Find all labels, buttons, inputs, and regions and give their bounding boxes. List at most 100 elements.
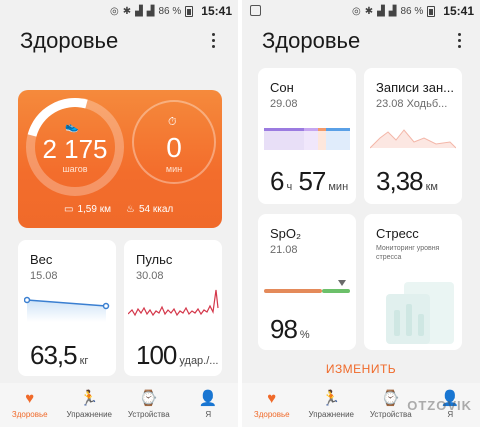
nav-devices-label: Устройства <box>127 410 170 419</box>
nav-me[interactable]: 👤 Я <box>179 383 239 427</box>
signal-icon: ▟ <box>146 5 155 17</box>
records-chart <box>370 129 456 149</box>
runner-icon: 🏃 <box>321 390 341 407</box>
clock: 15:41 <box>443 4 474 18</box>
battery-icon <box>427 5 436 17</box>
sleep-title: Сон <box>270 80 294 95</box>
sleep-value-row: 6ч 57 мин <box>270 166 348 197</box>
page-title: Здоровье <box>20 28 119 53</box>
stress-title: Стресс <box>376 226 419 241</box>
weight-value-row: 63,5 кг <box>30 340 88 371</box>
weight-card[interactable]: Вес 15.08 63,5 кг <box>18 240 116 376</box>
watch-icon: ⌚ <box>381 390 401 407</box>
signal-icon: ▟ <box>377 5 385 17</box>
nav-health-label: Здоровье <box>11 410 48 419</box>
records-date: 23.08 Ходьб... <box>376 98 448 110</box>
spo2-value-row: 98% <box>270 314 310 345</box>
records-card[interactable]: Записи зан... 23.08 Ходьб... 3,38 км <box>364 68 462 204</box>
sleep-hours-unit: ч <box>286 181 293 193</box>
weight-chart <box>24 296 110 322</box>
steps-value: 2 175 <box>42 134 108 164</box>
nav-exercise[interactable]: 🏃 Упражнение <box>302 383 362 427</box>
heart-icon: ♥ <box>267 389 277 407</box>
nav-devices-label: Устройства <box>369 410 412 419</box>
weight-title: Вес <box>30 252 53 267</box>
page-title: Здоровье <box>262 28 361 53</box>
weight-unit: кг <box>79 355 89 367</box>
pulse-value-row: 100 удар./... <box>136 340 218 371</box>
weight-date: 15.08 <box>30 270 58 282</box>
battery-text: 86 % <box>400 5 424 17</box>
battery-icon <box>185 5 194 17</box>
spo2-title: SpO₂ <box>270 226 302 241</box>
steps-label: шагов <box>62 164 88 174</box>
hotspot-icon: ◎ <box>109 5 119 17</box>
minutes-label: мин <box>165 164 183 174</box>
shoe-icon: 👟 <box>65 121 79 133</box>
pulse-value: 100 <box>136 340 177 370</box>
watermark: OTZOVIK <box>407 398 472 413</box>
right-screen: ◎ ✱ ▟ ▟ 86 % 15:41 Здоровье Сон 29.08 6ч… <box>242 0 480 427</box>
nav-health-label: Здоровье <box>253 410 290 419</box>
nav-health[interactable]: ♥ Здоровье <box>242 383 302 427</box>
bottom-nav: ♥ Здоровье 🏃 Упражнение ⌚ Устройства 👤 Я <box>0 383 238 427</box>
nav-health[interactable]: ♥ Здоровье <box>0 383 60 427</box>
spo2-date: 21.08 <box>270 244 298 256</box>
sleep-hours: 6 <box>270 166 285 196</box>
signal-icon: ▟ <box>135 5 143 17</box>
sleep-date: 29.08 <box>270 98 298 110</box>
flame-icon: ♨ <box>126 204 135 215</box>
calories-row: ♨ 54 ккал <box>126 204 173 215</box>
sleep-minutes-unit: мин <box>328 181 349 193</box>
heart-icon: ♥ <box>25 389 35 407</box>
battery-text: 86 % <box>158 5 182 17</box>
pulse-chart <box>128 289 219 317</box>
stress-subtitle: Мониторинг уровня стресса <box>376 245 440 261</box>
spo2-gauge <box>264 280 350 293</box>
pulse-card[interactable]: Пульс 30.08 100 удар./... <box>124 240 222 376</box>
status-bar: ◎ ✱ ▟ ▟ 86 % 15:41 <box>0 0 238 22</box>
nav-me-label: Я <box>205 410 212 419</box>
clock: 15:41 <box>201 4 232 18</box>
nav-exercise[interactable]: 🏃 Упражнение <box>60 383 120 427</box>
distance-icon: ▭ <box>64 204 74 215</box>
status-bar: ◎ ✱ ▟ ▟ 86 % 15:41 <box>242 0 480 22</box>
more-menu-icon[interactable] <box>449 30 469 50</box>
records-value-row: 3,38 км <box>376 166 438 197</box>
spo2-card[interactable]: SpO₂ 21.08 98% <box>258 214 356 350</box>
gallery-icon <box>250 5 261 16</box>
more-menu-icon[interactable] <box>203 30 223 50</box>
spo2-unit: % <box>299 329 310 341</box>
stress-illustration <box>386 282 454 344</box>
spo2-value: 98 <box>270 314 298 344</box>
distance-row: ▭ 1,59 км <box>64 204 111 215</box>
calories-value: 54 ккал <box>138 204 174 215</box>
nav-exercise-label: Упражнение <box>308 410 354 419</box>
nav-devices[interactable]: ⌚ Устройства <box>119 383 179 427</box>
distance-value: 1,59 км <box>77 204 111 215</box>
sleep-chart <box>264 128 350 150</box>
minutes-value: 0 <box>166 132 182 163</box>
records-unit: км <box>425 181 438 193</box>
stress-card[interactable]: Стресс Мониторинг уровня стресса <box>364 214 462 350</box>
watch-icon: ⌚ <box>139 390 159 407</box>
pulse-unit: удар./... <box>179 355 219 367</box>
stopwatch-icon: ⏱ <box>168 116 177 128</box>
pulse-date: 30.08 <box>136 270 164 282</box>
signal-icon: ▟ <box>388 5 397 17</box>
pulse-title: Пульс <box>136 252 173 267</box>
records-value: 3,38 <box>376 166 424 196</box>
weight-value: 63,5 <box>30 340 78 370</box>
bluetooth-icon: ✱ <box>364 5 374 17</box>
sleep-minutes: 57 <box>298 166 326 196</box>
hotspot-icon: ◎ <box>351 5 361 17</box>
records-title: Записи зан... <box>376 80 454 95</box>
nav-exercise-label: Упражнение <box>66 410 112 419</box>
bluetooth-icon: ✱ <box>122 5 132 17</box>
sleep-card[interactable]: Сон 29.08 6ч 57 мин <box>258 68 356 204</box>
runner-icon: 🏃 <box>79 390 99 407</box>
activity-card[interactable]: 👟 2 175 шагов ⏱ 0 мин ▭ 1,59 км ♨ 54 кка… <box>18 90 222 228</box>
edit-cards-link[interactable]: ИЗМЕНИТЬ <box>242 362 480 376</box>
left-screen: ◎ ✱ ▟ ▟ 86 % 15:41 Здоровье 👟 2 175 шаго… <box>0 0 238 427</box>
person-icon: 👤 <box>198 390 218 407</box>
